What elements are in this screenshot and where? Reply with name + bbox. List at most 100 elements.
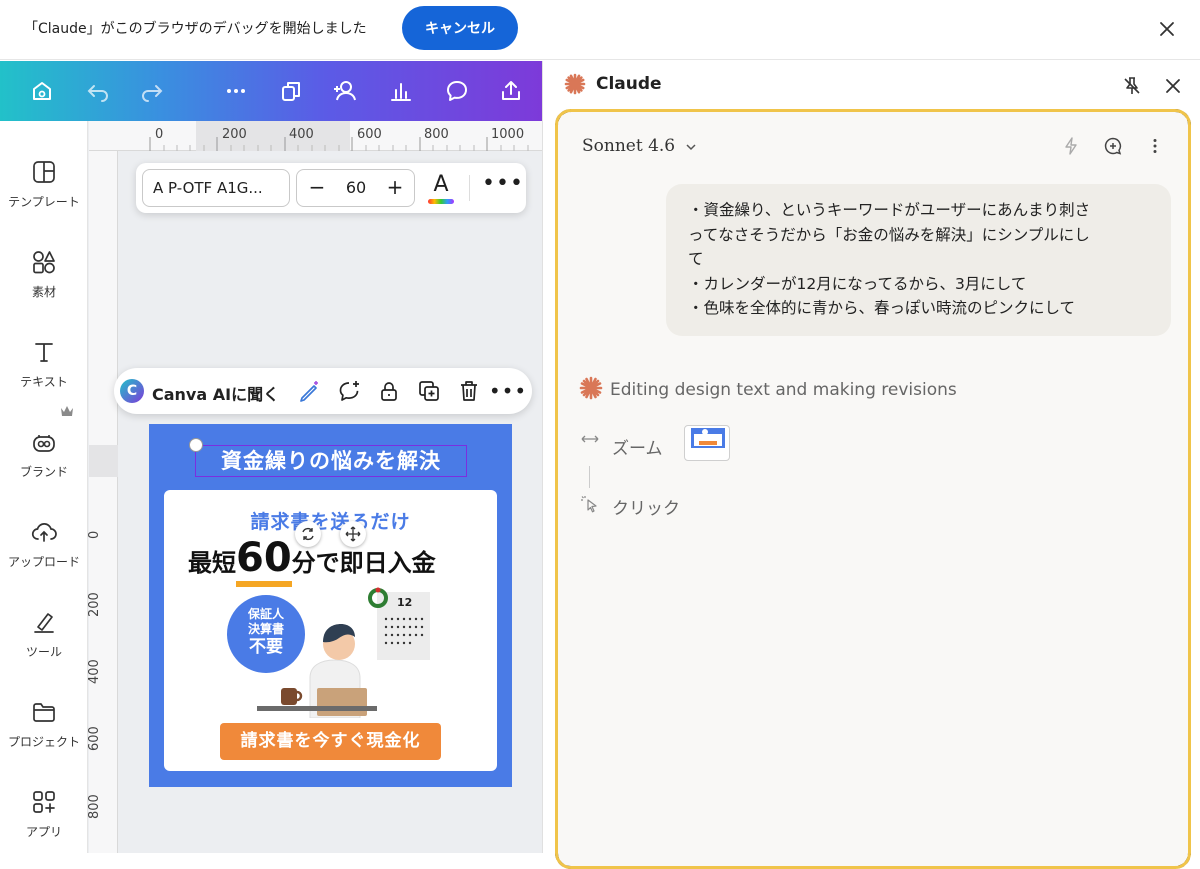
ruler-tick-label: 600 bbox=[87, 726, 102, 751]
close-panel-icon[interactable] bbox=[1161, 74, 1185, 98]
crown-icon bbox=[60, 405, 74, 417]
unpin-icon[interactable] bbox=[1121, 75, 1143, 97]
copy-pages-icon[interactable] bbox=[274, 74, 308, 108]
sidebar-item-tools[interactable]: ツール bbox=[0, 599, 88, 679]
sidebar-label: テキスト bbox=[20, 375, 68, 389]
sidebar-label: ツール bbox=[25, 645, 62, 659]
design-title-text[interactable]: 資金繰りの悩みを解決 bbox=[195, 445, 467, 477]
tools-icon bbox=[29, 607, 59, 637]
design-subtitle[interactable]: 請求書を送るだけ bbox=[164, 507, 497, 534]
decrease-font-size-button[interactable]: − bbox=[305, 176, 329, 200]
model-name: Sonnet 4.6 bbox=[582, 136, 676, 156]
ruler-tick-label: 1000 bbox=[491, 127, 525, 142]
user-message-bubble: ・資金繰り、というキーワードがユーザーにあんまり刺さ ってなさそうだから「お金の… bbox=[666, 184, 1171, 336]
text-color-button[interactable]: A bbox=[426, 169, 456, 207]
more-options-button[interactable]: ••• bbox=[482, 173, 523, 203]
lock-icon[interactable] bbox=[375, 377, 403, 405]
step-zoom-label: ズーム bbox=[612, 439, 663, 459]
canva-sidebar: テンプレート 素材 テキスト ブランド アップロード ツール プロジェクト アプ… bbox=[0, 121, 88, 853]
divider bbox=[469, 175, 470, 201]
ruler-tick-label: 400 bbox=[87, 659, 102, 684]
undo-icon[interactable] bbox=[81, 74, 115, 108]
text-icon bbox=[29, 337, 59, 367]
font-family-dropdown[interactable]: A P-OTF A1G... bbox=[142, 169, 290, 207]
insights-chart-icon[interactable] bbox=[384, 74, 418, 108]
sidebar-item-upload[interactable]: アップロード bbox=[0, 509, 88, 589]
claude-panel-title: Claude bbox=[596, 74, 662, 94]
comment-icon[interactable] bbox=[440, 74, 474, 108]
headline-suffix: 分で即日入金 bbox=[291, 549, 436, 577]
sidebar-item-elements[interactable]: 素材 bbox=[0, 239, 88, 319]
pointer-click-icon bbox=[580, 494, 600, 514]
canva-ai-logo-icon: C bbox=[120, 379, 144, 403]
folder-icon bbox=[29, 697, 59, 727]
new-chat-icon[interactable] bbox=[1103, 136, 1123, 156]
magic-pen-icon[interactable] bbox=[295, 377, 323, 405]
ruler-vertical: 0 200 400 600 800 1000 bbox=[87, 151, 118, 853]
canva-ai-toolbar: C Canva AIに聞く ••• bbox=[114, 368, 532, 414]
redo-icon[interactable] bbox=[135, 74, 169, 108]
sidebar-item-projects[interactable]: プロジェクト bbox=[0, 689, 88, 769]
claude-logo-icon bbox=[564, 73, 586, 95]
share-upload-icon[interactable] bbox=[494, 74, 528, 108]
color-spectrum-bar bbox=[428, 199, 454, 204]
sidebar-item-brand[interactable]: ブランド bbox=[0, 419, 88, 499]
sidebar-label: テンプレート bbox=[8, 195, 80, 209]
sidebar-label: 素材 bbox=[31, 285, 56, 299]
duplicate-icon[interactable] bbox=[415, 377, 443, 405]
ask-canva-ai-button[interactable]: Canva AIに聞く bbox=[152, 381, 279, 405]
message-line: て bbox=[688, 250, 704, 268]
design-cta-button[interactable]: 請求書を今すぐ現金化 bbox=[220, 723, 441, 760]
message-line: ・資金繰り、というキーワードがユーザーにあんまり刺さ bbox=[688, 201, 1091, 219]
sidebar-label: アップロード bbox=[7, 555, 80, 569]
more-icon[interactable] bbox=[219, 74, 253, 108]
ruler-horizontal: 0 200 400 600 800 1000 bbox=[89, 121, 542, 151]
sidebar-item-text[interactable]: テキスト bbox=[0, 329, 88, 409]
sidebar-item-template[interactable]: テンプレート bbox=[0, 149, 88, 229]
sidebar-label: アプリ bbox=[25, 825, 62, 839]
rotate-handle-icon[interactable] bbox=[295, 521, 321, 547]
ruler-tick-label: 400 bbox=[289, 127, 314, 142]
trash-icon[interactable] bbox=[455, 377, 483, 405]
claude-spinner-icon bbox=[579, 376, 603, 400]
design-headline[interactable]: 最短60分で即日入金 bbox=[188, 535, 478, 587]
kebab-menu-icon[interactable] bbox=[1145, 136, 1165, 156]
brand-icon bbox=[29, 427, 59, 457]
debug-banner: 「Claude」がこのブラウザのデバッグを開始しました キャンセル bbox=[0, 0, 1200, 60]
canva-top-bar bbox=[0, 61, 542, 121]
calendar-month-number: 12 bbox=[397, 596, 413, 609]
message-line: ってなさそうだから「お金の悩みを解決」にシンプルにし bbox=[688, 225, 1090, 244]
claude-side-panel: Claude Sonnet 4.6 ・資金繰り、というキーワードがユーザーにあん… bbox=[542, 61, 1200, 869]
zoom-screenshot-thumbnail[interactable] bbox=[684, 425, 730, 461]
lightning-icon[interactable] bbox=[1061, 136, 1081, 156]
font-size-stepper: − 60 + bbox=[296, 169, 415, 207]
step-connector-line bbox=[589, 466, 590, 488]
wreath-icon bbox=[366, 586, 390, 610]
debug-message: 「Claude」がこのブラウザのデバッグを開始しました bbox=[24, 21, 367, 37]
zoom-arrows-icon bbox=[580, 432, 600, 446]
step-click-label: クリック bbox=[612, 499, 680, 519]
ruler-tick-label: 800 bbox=[87, 794, 102, 819]
headline-number: 60 bbox=[236, 535, 292, 587]
model-selector[interactable]: Sonnet 4.6 bbox=[582, 136, 697, 156]
cancel-debug-button[interactable]: キャンセル bbox=[402, 6, 518, 50]
share-people-icon[interactable] bbox=[329, 74, 363, 108]
more-options-button[interactable]: ••• bbox=[489, 377, 526, 405]
font-size-input[interactable]: 60 bbox=[335, 178, 377, 197]
upload-cloud-icon bbox=[29, 517, 59, 547]
selection-handle[interactable] bbox=[189, 438, 203, 452]
close-icon[interactable] bbox=[1154, 16, 1180, 42]
ruler-tick-label: 200 bbox=[87, 592, 102, 617]
move-handle-icon[interactable] bbox=[340, 521, 366, 547]
home-icon[interactable] bbox=[25, 74, 59, 108]
text-format-toolbar: A P-OTF A1G... − 60 + A ••• bbox=[136, 163, 526, 213]
status-text: Editing design text and making revisions bbox=[610, 380, 957, 400]
ruler-tick-label: 800 bbox=[424, 127, 449, 142]
add-comment-icon[interactable] bbox=[335, 377, 363, 405]
ruler-tick-label: 600 bbox=[357, 127, 382, 142]
sidebar-item-apps[interactable]: アプリ bbox=[0, 779, 88, 853]
message-line: ・カレンダーが12月になってるから、3月にして bbox=[688, 274, 1027, 293]
increase-font-size-button[interactable]: + bbox=[383, 176, 407, 200]
message-line: ・色味を全体的に青から、春っぽい時流のピンクにして bbox=[688, 299, 1076, 317]
ruler-tick-label: 200 bbox=[222, 127, 247, 142]
